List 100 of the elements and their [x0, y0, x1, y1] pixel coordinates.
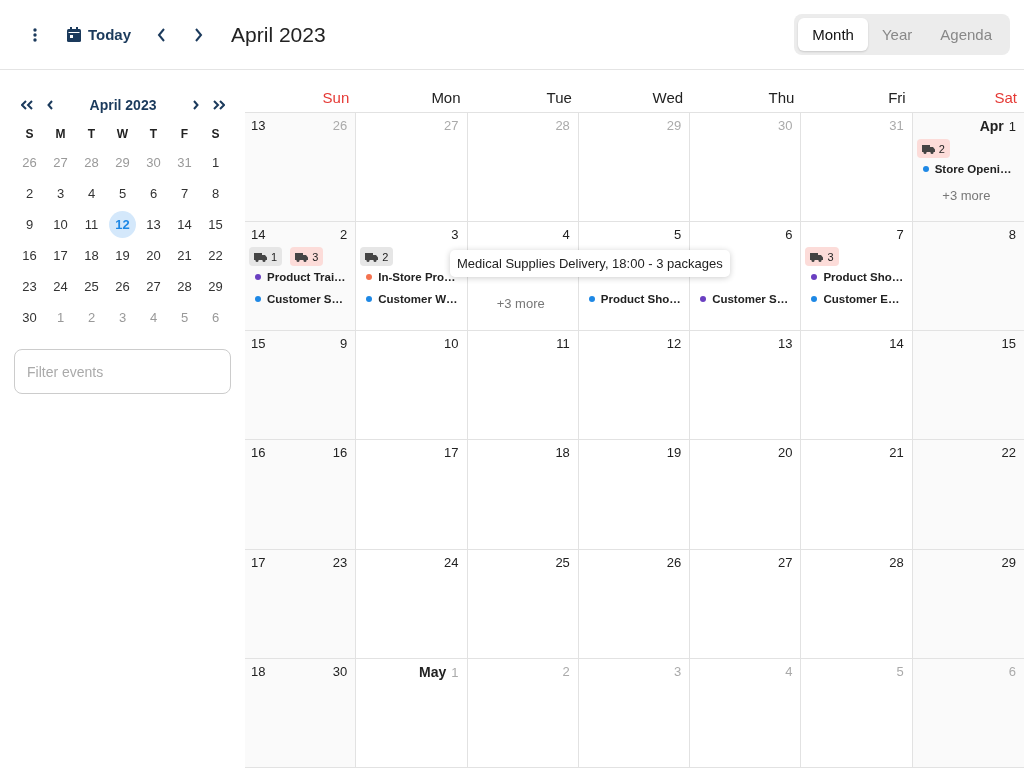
view-tab[interactable]: Month: [798, 18, 868, 51]
day-number: 3: [451, 227, 459, 243]
today-button[interactable]: Today: [67, 26, 132, 43]
event-item[interactable]: Customer W…: [366, 288, 458, 311]
date-cell[interactable]: 10: [47, 211, 74, 238]
event-item[interactable]: Product Trai…: [255, 266, 346, 289]
weekday-header: Tue: [545, 89, 573, 108]
more-link[interactable]: +3 more: [916, 188, 1016, 203]
date-cell[interactable]: 5: [109, 180, 136, 207]
date-cell[interactable]: 3: [47, 180, 74, 207]
weekday-label: M: [54, 127, 67, 143]
day-number: 2: [340, 227, 348, 243]
date-cell[interactable]: 20: [140, 242, 167, 269]
mini-calendar-title: April 2023: [88, 97, 158, 113]
day-number: 1: [1008, 119, 1016, 134]
date-cell[interactable]: 19: [109, 242, 136, 269]
delivery-badge[interactable]: 3: [805, 247, 839, 267]
day-number: 5: [896, 663, 904, 679]
date-cell[interactable]: 18: [78, 242, 105, 269]
day-number: 12: [666, 336, 682, 352]
filter-field[interactable]: Filter events: [14, 349, 231, 394]
date-cell[interactable]: 11: [78, 211, 105, 238]
day-number: 8: [1008, 227, 1016, 243]
event-item[interactable]: Store Openi…: [922, 158, 1012, 180]
event-title: Customer E…: [823, 293, 900, 306]
weekday-label: S: [24, 127, 35, 143]
date-cell[interactable]: 9: [16, 211, 43, 238]
weekday-label: T: [148, 127, 159, 143]
day-number: 9: [340, 336, 348, 352]
event-title: Customer S…: [712, 293, 789, 306]
day-number: 7: [896, 227, 904, 243]
event-item[interactable]: Customer S…: [255, 288, 344, 311]
day-number: 26: [332, 118, 348, 133]
date-cell[interactable]: 7: [171, 180, 198, 207]
event-title: Product Sho…: [823, 271, 904, 284]
date-cell[interactable]: 15: [202, 211, 229, 238]
next-year-icon[interactable]: [213, 100, 225, 110]
delivery-badge[interactable]: 2: [360, 247, 394, 267]
month-title: April 2023: [231, 22, 326, 47]
event-title: Product Trai…: [267, 271, 346, 284]
date-cell[interactable]: 2: [16, 180, 43, 207]
day-number: 28: [555, 118, 570, 133]
date-cell[interactable]: 14: [171, 211, 198, 238]
delivery-badge[interactable]: 1: [249, 247, 283, 267]
week-number: 15: [251, 336, 266, 352]
date-cell[interactable]: 6: [140, 180, 167, 207]
more-link[interactable]: +3 more: [471, 296, 570, 312]
week-number: 18: [251, 663, 266, 679]
day-number: 30: [777, 118, 793, 133]
date-cell[interactable]: 16: [16, 242, 43, 269]
weekday-header: Thu: [767, 89, 796, 108]
event-title: Customer W…: [378, 293, 458, 306]
next-icon[interactable]: [194, 27, 204, 42]
day-number: 31: [889, 118, 904, 133]
day-number: 6: [1008, 663, 1016, 679]
weekday-label: W: [115, 127, 130, 143]
event-item[interactable]: Customer E…: [811, 288, 900, 311]
date-cell[interactable]: 30: [16, 304, 43, 331]
delivery-badge[interactable]: 3: [290, 247, 324, 267]
date-cell[interactable]: 28: [171, 273, 198, 300]
day-number: 14: [889, 336, 904, 352]
week-number: 13: [251, 118, 266, 133]
tooltip: Medical Supplies Delivery, 18:00 - 3 packages: [450, 250, 730, 277]
date-cell[interactable]: 21: [171, 242, 198, 269]
date-cell[interactable]: 29: [202, 273, 229, 300]
date-cell[interactable]: 24: [47, 273, 74, 300]
day-number: 28: [889, 554, 904, 570]
day-number: 16: [332, 445, 348, 461]
date-cell[interactable]: 27: [140, 273, 167, 300]
day-number: 26: [666, 554, 682, 570]
event-item[interactable]: Customer S…: [700, 288, 789, 311]
calendar-icon: [67, 27, 81, 42]
day-number: 13: [777, 336, 793, 352]
day-number: 22: [1001, 445, 1016, 461]
next-icon[interactable]: [192, 100, 199, 110]
more-menu-icon[interactable]: [33, 27, 37, 42]
month-label: May: [419, 663, 447, 680]
date-cell[interactable]: 23: [16, 273, 43, 300]
day-number: 30: [332, 663, 348, 679]
date-cell[interactable]: 25: [78, 273, 105, 300]
previous-icon[interactable]: [157, 27, 167, 42]
event-item[interactable]: Product Sho…: [588, 288, 681, 311]
date-cell[interactable]: 17: [47, 242, 74, 269]
date-cell[interactable]: 4: [78, 180, 105, 207]
date-cell[interactable]: 1: [202, 149, 229, 176]
day-number: 10: [444, 336, 459, 352]
previous-icon[interactable]: [47, 100, 54, 110]
date-cell[interactable]: 26: [109, 273, 136, 300]
day-number: 23: [332, 554, 348, 570]
date-cell[interactable]: 13: [140, 211, 167, 238]
event-item[interactable]: Product Sho…: [811, 266, 904, 289]
delivery-badge[interactable]: 2: [916, 139, 950, 158]
weekday-header: Sun: [321, 89, 351, 108]
day-number: 11: [556, 336, 570, 352]
previous-year-icon[interactable]: [21, 100, 33, 110]
truck-icon: [295, 251, 309, 262]
day-number: 17: [444, 445, 459, 461]
event-title: Store Openi…: [934, 163, 1012, 175]
date-cell[interactable]: 8: [202, 180, 229, 207]
date-cell[interactable]: 22: [202, 242, 229, 269]
